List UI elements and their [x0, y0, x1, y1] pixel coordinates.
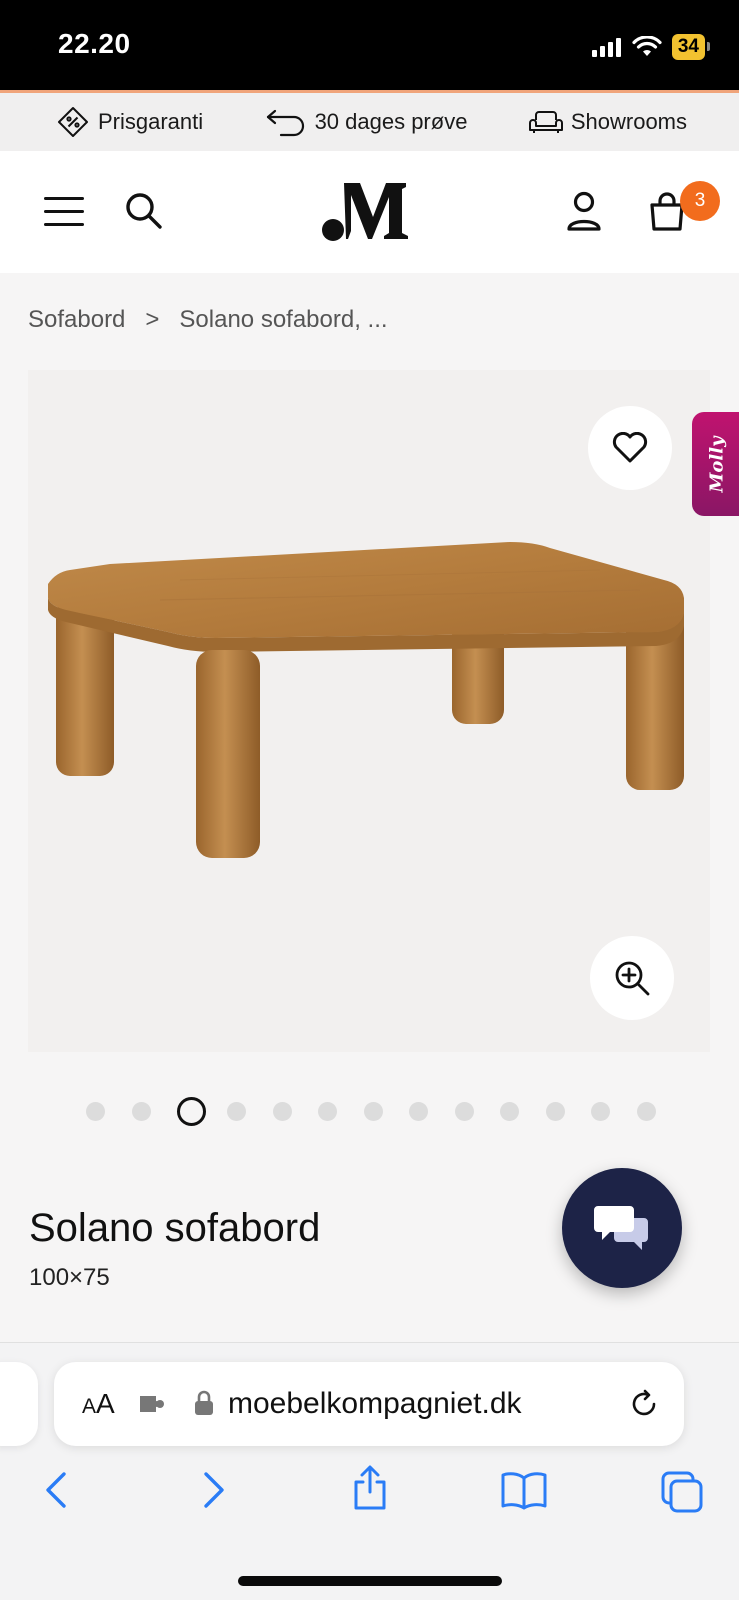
product-title: Solano sofabord: [29, 1206, 321, 1250]
breadcrumb-current: Solano sofabord, ...: [179, 306, 388, 333]
gallery-dot[interactable]: [591, 1102, 610, 1121]
gallery-dot[interactable]: [636, 1102, 656, 1121]
logo-mark: [322, 183, 408, 241]
gallery-dot[interactable]: [227, 1102, 246, 1121]
price-tag-icon: [58, 107, 88, 137]
molly-assistant-tab[interactable]: Molly: [692, 412, 739, 516]
site-header: 3: [0, 151, 739, 273]
cart-count-badge: 3: [680, 181, 720, 221]
menu-button[interactable]: [44, 197, 84, 227]
chat-button[interactable]: [562, 1168, 682, 1288]
heart-icon: [612, 432, 648, 463]
status-bar: 22.20 34: [0, 0, 739, 90]
wifi-icon: [632, 36, 662, 56]
text-size-large-a: A: [96, 1388, 115, 1419]
lock-icon: [195, 1390, 213, 1415]
usp-label: Prisgaranti: [98, 109, 204, 134]
usp-trial[interactable]: 30 dages prøve: [265, 107, 468, 137]
gallery-dot-active[interactable]: [177, 1097, 206, 1126]
battery-indicator: 34: [671, 34, 711, 60]
signal-icon: [591, 38, 621, 57]
gallery-dot[interactable]: [500, 1102, 519, 1121]
gallery-dot[interactable]: [272, 1102, 292, 1121]
site-logo[interactable]: [322, 181, 416, 241]
account-button[interactable]: [565, 191, 603, 238]
gallery-dot[interactable]: [131, 1102, 151, 1121]
status-icons: 34: [591, 34, 711, 60]
molly-label: Molly: [706, 435, 728, 493]
sofa-icon: [528, 111, 563, 133]
share-icon[interactable]: [350, 1464, 390, 1512]
usp-label: 30 dages prøve: [314, 109, 468, 134]
tabs-icon[interactable]: [660, 1470, 704, 1514]
usp-bar: Prisgaranti 30 dages prøve Showrooms: [0, 93, 739, 151]
home-indicator: [238, 1576, 502, 1586]
status-time: 22.20: [58, 28, 131, 59]
forward-arrow-icon[interactable]: [200, 1470, 228, 1510]
hamburger-line: [44, 223, 84, 226]
product-size: 100×75: [29, 1264, 110, 1291]
browser-toolbar: [0, 1465, 739, 1530]
usp-price-guarantee[interactable]: Prisgaranti: [56, 105, 203, 139]
back-arrow-icon[interactable]: [42, 1470, 70, 1510]
product-image: [48, 542, 684, 858]
bookmarks-icon[interactable]: [500, 1470, 548, 1510]
gallery-dot[interactable]: [363, 1102, 383, 1121]
zoom-in-icon: [615, 961, 650, 996]
address-bar[interactable]: AA moebelkompagniet.dk: [54, 1362, 684, 1446]
text-size-small-a: A: [82, 1395, 97, 1418]
breadcrumb: Sofabord > Solano sofabord, ...: [28, 306, 388, 334]
gallery-dot[interactable]: [454, 1102, 474, 1121]
chat-bubbles-icon: [594, 1206, 648, 1250]
search-icon: [126, 193, 162, 229]
breadcrumb-parent-link[interactable]: Sofabord: [28, 306, 125, 334]
hamburger-line: [44, 210, 84, 213]
previous-tab-preview[interactable]: [0, 1362, 38, 1446]
gallery-dot[interactable]: [409, 1102, 428, 1121]
zoom-button[interactable]: [590, 936, 674, 1020]
url-text: moebelkompagniet.dk: [228, 1387, 522, 1420]
breadcrumb-separator: >: [145, 306, 160, 333]
usp-label: Showrooms: [570, 109, 687, 134]
search-button[interactable]: [124, 191, 164, 236]
return-arrow-icon: [266, 109, 304, 137]
text-size-button[interactable]: AA: [82, 1388, 115, 1420]
gallery-dot[interactable]: [86, 1102, 105, 1121]
gallery-dot[interactable]: [318, 1102, 337, 1121]
user-icon: [567, 191, 601, 231]
extension-icon[interactable]: [138, 1392, 168, 1416]
reload-icon[interactable]: [628, 1388, 660, 1420]
wishlist-button[interactable]: [588, 406, 672, 490]
hamburger-icon: [44, 197, 84, 200]
gallery-pagination: [86, 1097, 682, 1126]
gallery-dot[interactable]: [545, 1102, 565, 1121]
usp-showrooms[interactable]: Showrooms: [528, 108, 687, 136]
